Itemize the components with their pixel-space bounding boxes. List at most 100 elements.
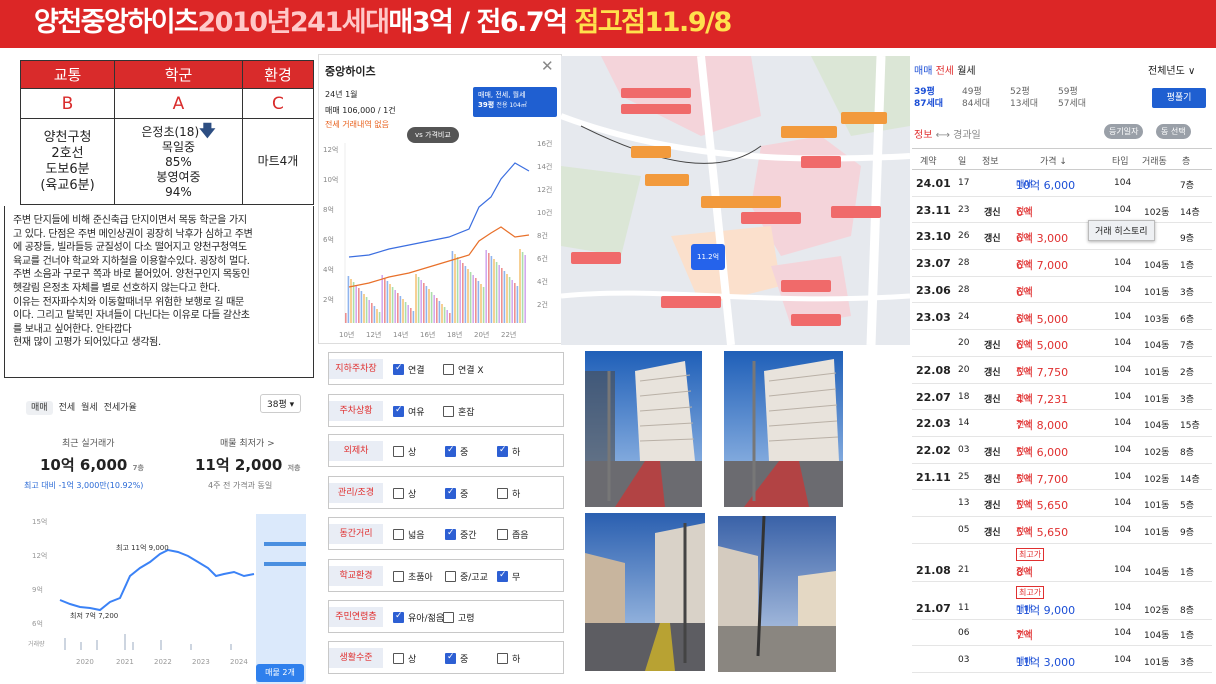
cell-dong: 102동 — [1144, 474, 1170, 485]
checkbox[interactable] — [393, 405, 404, 417]
table-row[interactable]: 03 매매 11억 3,000 104 101동 3층 — [912, 647, 1212, 674]
table-row[interactable]: 23.07 28 전세 6억 7,000 104 104동 1층 — [912, 250, 1212, 277]
check-option[interactable]: 연결 X — [443, 363, 484, 376]
column-header[interactable]: 거래동 — [1142, 154, 1167, 167]
volume-bar — [412, 311, 415, 323]
check-option[interactable]: 무 — [497, 570, 520, 583]
size-tab[interactable]: 49평 84세대 — [962, 86, 990, 110]
table-row[interactable]: 13 갱신 전세 5억 5,650 104 101동 5층 — [912, 490, 1212, 518]
checkbox[interactable] — [445, 487, 456, 499]
column-header[interactable]: 정보 — [982, 154, 999, 167]
check-label: 지하주차장 — [329, 359, 383, 379]
cell-type: 104 — [1114, 204, 1132, 215]
table-row[interactable]: 23.1026갱신전세 6억 3,0001049층 — [912, 223, 1212, 251]
check-option[interactable]: 유아/젊음 — [393, 611, 444, 624]
check-option[interactable]: 중간 — [445, 528, 477, 541]
tab-monthly[interactable]: 월세 — [957, 66, 975, 77]
checkbox[interactable] — [445, 445, 456, 457]
checkbox[interactable] — [393, 488, 404, 499]
table-row[interactable]: 21.11 25 갱신 전세 5억 7,700 104 102동 14층 — [912, 464, 1212, 491]
dong-select-button[interactable]: 동 선택 — [1156, 124, 1191, 139]
checkbox[interactable] — [393, 529, 404, 540]
check-option[interactable]: 좁음 — [497, 528, 529, 541]
size-select[interactable]: 38평 ▾ — [260, 394, 302, 413]
checkbox[interactable] — [497, 653, 508, 664]
column-header[interactable]: 일 — [958, 154, 966, 167]
tab-ratio[interactable]: 전세가율 — [104, 403, 137, 413]
registry-date-button[interactable]: 등기일자 — [1104, 124, 1144, 139]
table-row[interactable]: 22.07 18 갱신 전세 4억 7,231 104 101동 3층 — [912, 384, 1212, 411]
checkbox[interactable] — [445, 652, 456, 664]
table-row[interactable]: 06 전세 7억 104 104동 1층 — [912, 620, 1212, 647]
table-row[interactable]: 20 갱신 전세 6억 5,000 104 104동 7층 — [912, 330, 1212, 357]
checkbox[interactable] — [443, 364, 454, 375]
checkbox[interactable] — [393, 446, 404, 457]
checkbox[interactable] — [443, 612, 454, 623]
check-option[interactable]: 중 — [445, 487, 468, 500]
checkbox[interactable] — [393, 571, 404, 582]
checkbox[interactable] — [393, 653, 404, 664]
down-arrow-icon: 🡇 — [199, 121, 216, 140]
table-row[interactable]: 23.06 28 전세 6억 104 101동 3층 — [912, 277, 1212, 304]
x-tick: 2020 — [76, 658, 94, 666]
table-row[interactable]: 22.02 03 갱신 전세 5억 6,000 104 102동 8층 — [912, 437, 1212, 464]
x-tick: 2023 — [192, 658, 210, 666]
check-option[interactable]: 중 — [445, 652, 468, 665]
volume-bar — [480, 284, 482, 323]
min-label[interactable]: 매물 최저가 > — [220, 436, 275, 449]
check-option[interactable]: 중/고교 — [445, 570, 488, 583]
size-tab[interactable]: 52평 13세대 — [1010, 86, 1038, 110]
tab-elapsed[interactable]: 경과일 — [953, 130, 981, 141]
check-option[interactable]: 고령 — [443, 611, 475, 624]
tab-sale[interactable]: 매매 — [914, 66, 932, 77]
column-header[interactable]: 계약 — [920, 154, 937, 167]
check-option[interactable]: 초품아 — [393, 570, 433, 583]
checkbox[interactable] — [497, 445, 508, 457]
check-option[interactable]: 하 — [497, 487, 520, 500]
table-row[interactable]: 23.11 23 갱신 전세 6억 104 102동 14층 — [912, 197, 1212, 224]
check-option[interactable]: 상 — [393, 652, 416, 665]
check-option[interactable]: 혼잡 — [443, 405, 475, 418]
tab-jeonse[interactable]: 전세 — [936, 66, 954, 77]
type-selector[interactable]: 매매, 전세, 월세 39평 전용 104㎡ — [473, 87, 557, 117]
close-icon[interactable]: ✕ — [541, 57, 554, 75]
checkbox[interactable] — [497, 529, 508, 540]
table-row[interactable]: 22.08 20 갱신 전세 5억 7,750 104 101동 2층 — [912, 357, 1212, 384]
check-option[interactable]: 연결 — [393, 363, 425, 376]
checkbox[interactable] — [445, 571, 456, 582]
check-option[interactable]: 상 — [393, 445, 416, 458]
table-row[interactable]: 21.08 21 최고가 전세 8억 104 104동 1층 — [912, 544, 1212, 582]
check-option[interactable]: 중 — [445, 445, 468, 458]
table-row[interactable]: 05 갱신 전세 5억 5,650 104 101동 9층 — [912, 517, 1212, 544]
check-option[interactable]: 하 — [497, 445, 520, 458]
year-select[interactable]: 전체년도 ∨ — [1148, 62, 1195, 77]
size-tab[interactable]: 59평 57세대 — [1058, 86, 1086, 110]
table-row[interactable]: 22.03 14 전세 7억 8,000 104 104동 15층 — [912, 410, 1212, 437]
tab-sale[interactable]: 매매 — [26, 401, 53, 415]
table-row[interactable]: 23.03 24 전세 6억 5,000 104 103동 6층 — [912, 304, 1212, 331]
checkbox[interactable] — [497, 570, 508, 582]
check-option[interactable]: 하 — [497, 652, 520, 665]
check-option[interactable]: 여유 — [393, 405, 425, 418]
checkbox[interactable] — [445, 528, 456, 540]
volume-bar — [373, 306, 376, 323]
tab-monthly[interactable]: 월세 — [81, 403, 98, 413]
table-row[interactable]: 24.01 17 매매 10억 6,000 104 7층 — [912, 170, 1212, 197]
checkbox[interactable] — [393, 363, 404, 375]
checkbox[interactable] — [497, 488, 508, 499]
table-row[interactable]: 21.07 11 최고가 매매 11억 9,000 104 102동 8층 — [912, 582, 1212, 620]
size-tab[interactable]: 39평 87세대 — [914, 86, 943, 110]
tab-jeonse[interactable]: 전세 — [59, 403, 76, 413]
column-header[interactable]: 층 — [1182, 154, 1190, 167]
tab-info[interactable]: 정보 — [914, 130, 932, 141]
listings-button[interactable]: 매물 2개 — [256, 664, 304, 682]
checkbox[interactable] — [443, 406, 454, 417]
check-option[interactable]: 상 — [393, 487, 416, 500]
check-option[interactable]: 넓음 — [393, 528, 425, 541]
compare-button[interactable]: 평풀기 — [1152, 88, 1206, 108]
checkbox[interactable] — [393, 611, 404, 623]
price-widget: 매매 전세 월세 전세가율 38평 ▾ 최근 실거래가 10억 6,000 7층 매물… — [20, 388, 312, 684]
location-map[interactable]: 11.2억 — [561, 56, 910, 345]
column-header[interactable]: 타입 — [1112, 154, 1129, 167]
column-header[interactable]: 가격 ↓ — [1040, 154, 1067, 167]
